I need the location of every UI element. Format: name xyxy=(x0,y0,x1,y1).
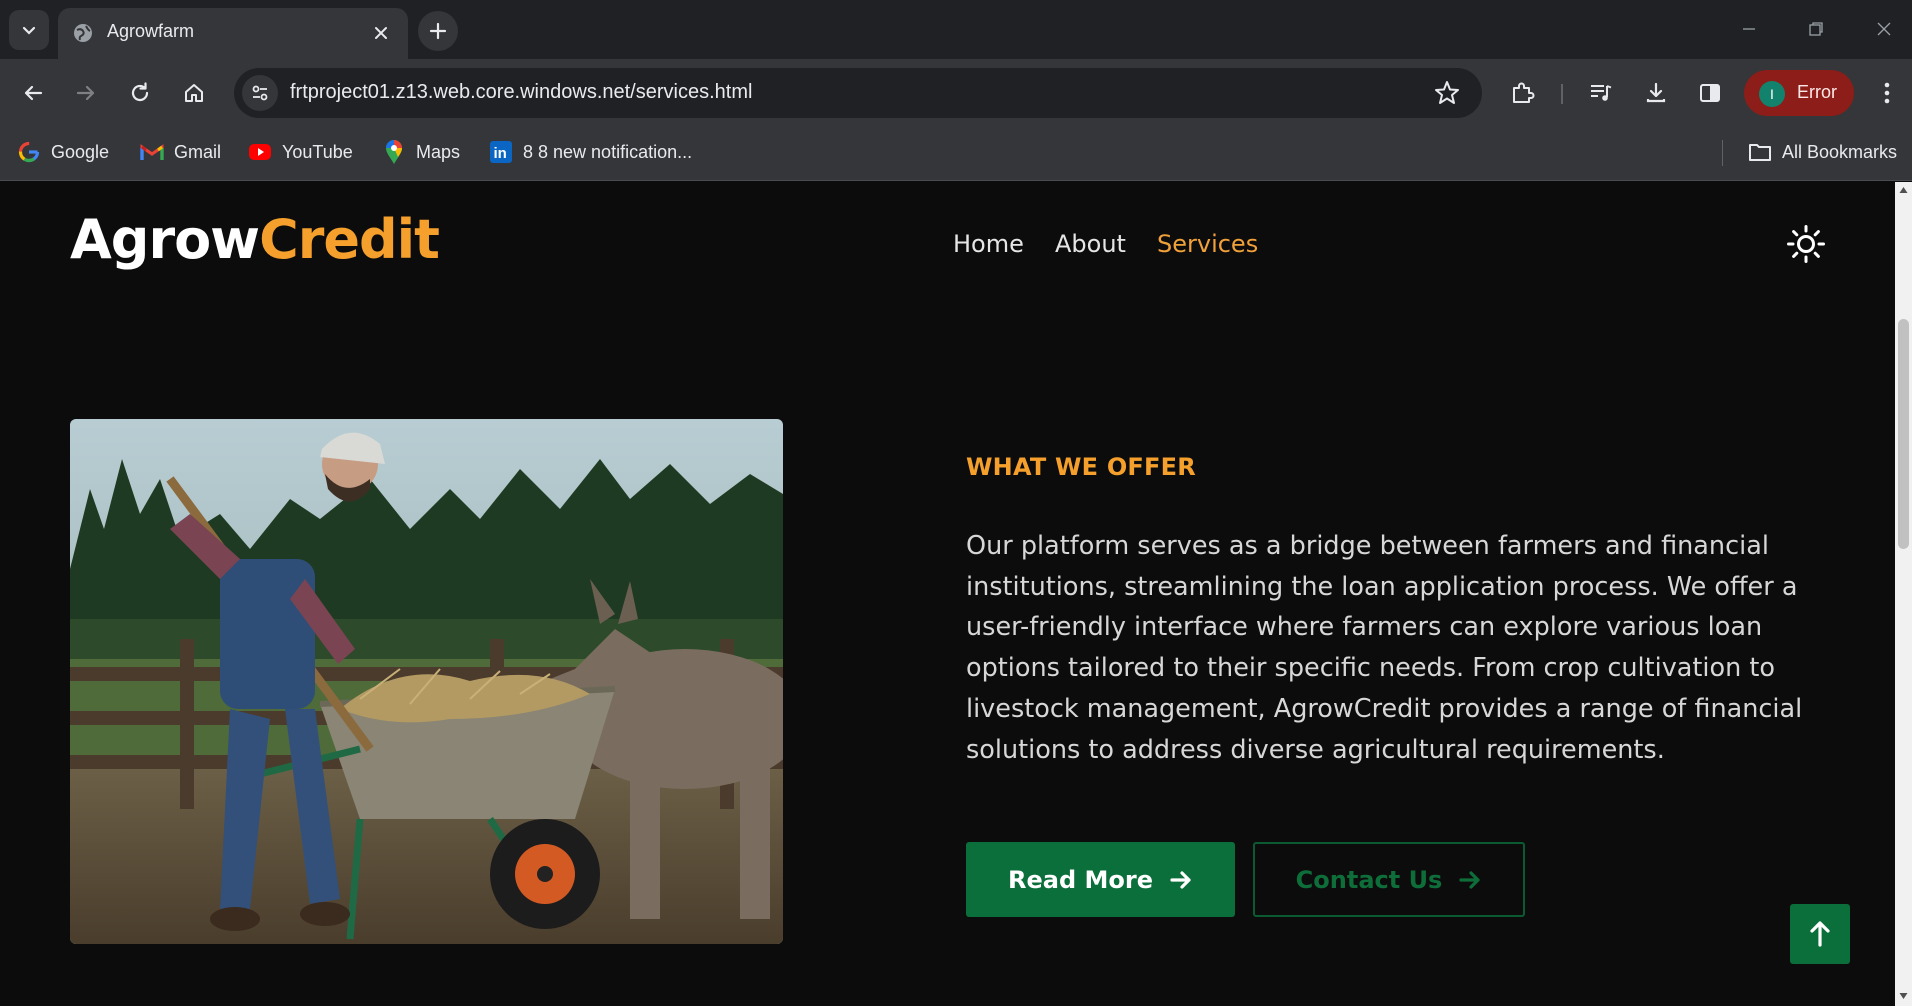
plus-icon xyxy=(429,22,447,40)
bookmarks-divider xyxy=(1722,140,1723,166)
all-bookmarks-button[interactable]: All Bookmarks xyxy=(1748,139,1897,165)
scroll-down-arrow-icon[interactable] xyxy=(1899,992,1908,1000)
bookmark-gmail[interactable]: Gmail xyxy=(140,139,221,165)
home-button[interactable] xyxy=(175,74,213,112)
arrow-right-icon xyxy=(1459,870,1480,889)
arrow-up-icon xyxy=(1810,921,1830,947)
tab-search-button[interactable] xyxy=(9,10,49,50)
chevron-down-icon xyxy=(22,26,36,35)
toolbar-divider xyxy=(1561,84,1563,104)
reload-button[interactable] xyxy=(121,74,159,112)
close-window-icon xyxy=(1877,22,1891,36)
downloads-button[interactable] xyxy=(1637,74,1675,112)
tab-title: Agrowfarm xyxy=(107,21,195,41)
playlist-icon xyxy=(1591,85,1612,101)
contact-us-label: Contact Us xyxy=(1295,865,1443,894)
globe-icon xyxy=(74,24,92,42)
sun-icon[interactable] xyxy=(1786,224,1826,264)
close-icon[interactable] xyxy=(370,22,392,44)
youtube-icon xyxy=(248,140,272,164)
maps-icon xyxy=(382,140,406,164)
profile-status: Error xyxy=(1797,82,1837,102)
restore-icon xyxy=(1809,22,1823,36)
side-panel-icon xyxy=(1700,84,1720,102)
scroll-to-top-button[interactable] xyxy=(1790,904,1850,964)
nav-services[interactable]: Services xyxy=(1157,230,1258,258)
folder-icon xyxy=(1748,140,1772,164)
browser-tab[interactable]: Agrowfarm xyxy=(58,8,408,59)
avatar: I xyxy=(1759,81,1785,107)
side-panel-button[interactable] xyxy=(1691,74,1729,112)
star-icon[interactable] xyxy=(1432,78,1462,108)
download-icon xyxy=(1646,82,1666,103)
scrollbar-thumb[interactable] xyxy=(1898,319,1909,549)
all-bookmarks-label: All Bookmarks xyxy=(1782,141,1898,162)
read-more-button[interactable]: Read More xyxy=(966,842,1235,917)
menu-button[interactable] xyxy=(1868,74,1906,112)
forward-button[interactable] xyxy=(67,74,105,112)
nav-about[interactable]: About xyxy=(1055,230,1126,258)
page-scrollbar[interactable] xyxy=(1895,182,1912,1006)
bookmarks-bar: Google Gmail YouTube Maps in 8 8 new not… xyxy=(0,127,1912,181)
bookmark-label: YouTube xyxy=(282,141,353,162)
section-description: Our platform serves as a bridge between … xyxy=(966,531,1803,765)
bookmark-label: Google xyxy=(51,141,110,162)
logo-text-primary: Agrow xyxy=(70,208,260,271)
nav-home[interactable]: Home xyxy=(953,230,1024,258)
farmer-donkey-image xyxy=(70,419,783,944)
bookmark-google[interactable]: Google xyxy=(17,139,109,165)
bookmark-label: 8 8 new notification... xyxy=(523,141,693,162)
logo-text-accent: Credit xyxy=(259,208,440,271)
section-eyebrow: WHAT WE OFFER xyxy=(966,453,1196,481)
gmail-icon xyxy=(140,140,164,164)
site-info-button[interactable] xyxy=(242,75,278,111)
bookmark-youtube[interactable]: YouTube xyxy=(248,139,353,165)
read-more-label: Read More xyxy=(1008,865,1153,894)
page-viewport: AgrowCredit Home About Services WHAT WE … xyxy=(0,182,1895,1006)
new-tab-button[interactable] xyxy=(418,11,458,51)
address-bar[interactable]: frtproject01.z13.web.core.windows.net/se… xyxy=(234,68,1482,118)
home-icon xyxy=(185,84,203,102)
minimize-icon xyxy=(1743,28,1755,30)
back-button[interactable] xyxy=(14,74,52,112)
contact-us-button[interactable]: Contact Us xyxy=(1253,842,1525,917)
bookmark-label: Gmail xyxy=(174,141,222,162)
arrow-left-icon xyxy=(24,85,43,101)
browser-toolbar: frtproject01.z13.web.core.windows.net/se… xyxy=(0,59,1912,127)
media-button[interactable] xyxy=(1582,74,1620,112)
puzzle-icon xyxy=(1513,82,1535,103)
close-window-button[interactable] xyxy=(1862,12,1906,46)
arrow-right-icon xyxy=(1170,870,1191,889)
tune-icon xyxy=(252,85,268,101)
extensions-button[interactable] xyxy=(1503,74,1541,112)
bookmark-maps[interactable]: Maps xyxy=(382,139,460,165)
google-icon xyxy=(17,140,41,164)
kebab-menu-icon xyxy=(1884,82,1890,104)
bookmark-label: Maps xyxy=(416,141,461,162)
bookmark-linkedin[interactable]: in 8 8 new notification... xyxy=(489,139,692,165)
url-text[interactable]: frtproject01.z13.web.core.windows.net/se… xyxy=(290,81,752,104)
tab-strip: Agrowfarm xyxy=(0,0,1912,59)
site-logo[interactable]: AgrowCredit xyxy=(70,208,440,271)
minimize-button[interactable] xyxy=(1727,12,1771,46)
arrow-right-icon xyxy=(76,85,95,101)
svg-text:in: in xyxy=(494,145,507,162)
linkedin-icon: in xyxy=(489,140,513,164)
profile-button[interactable]: I Error xyxy=(1744,70,1854,116)
scroll-up-arrow-icon[interactable] xyxy=(1899,186,1908,194)
restore-button[interactable] xyxy=(1794,12,1838,46)
reload-icon xyxy=(131,82,149,102)
